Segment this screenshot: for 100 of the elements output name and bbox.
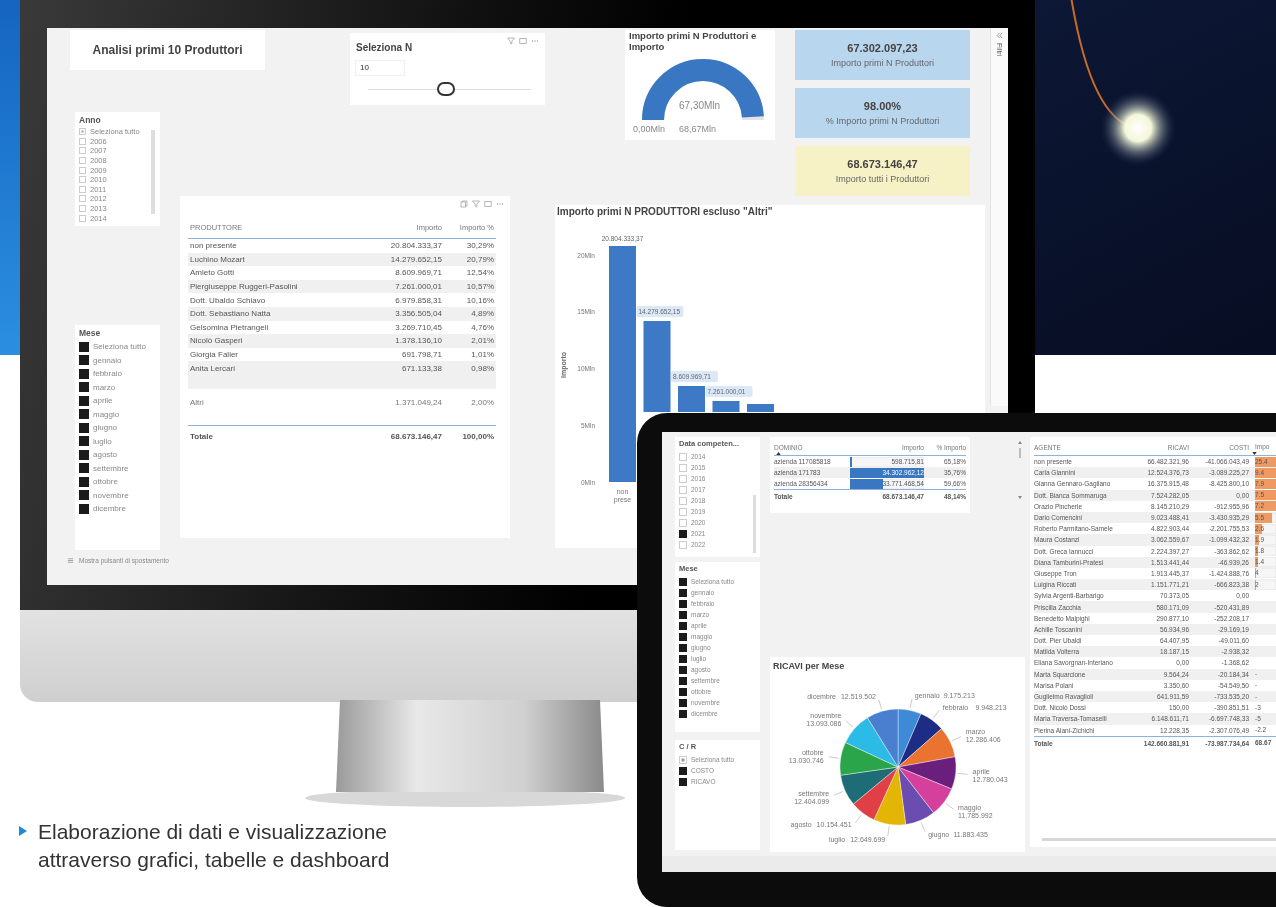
table-cell-text: Piergiuseppe Ruggeri-Pasolini (190, 282, 299, 292)
kpi-value: 98.00% (863, 100, 902, 112)
pie-slice[interactable] (897, 766, 952, 814)
total-cell-text: 100,00% (461, 432, 494, 442)
slicer-item[interactable]: febbraio (93, 369, 122, 379)
checkbox[interactable] (79, 476, 89, 487)
scrollbar[interactable] (1017, 440, 1023, 500)
table-cell-text: 4,89% (470, 309, 494, 319)
checkbox[interactable] (679, 654, 687, 663)
slicer-item[interactable]: ottobre (93, 477, 118, 487)
checkbox[interactable] (679, 529, 687, 538)
checkbox[interactable] (79, 463, 89, 474)
table-cell-text: Gelsomina Pietrangeli (190, 322, 270, 332)
leader-line (887, 826, 890, 837)
checkbox[interactable] (679, 621, 687, 630)
checkbox[interactable] (79, 503, 89, 514)
table-cell-text: Dott. Ubaldo Schiavo (190, 295, 267, 305)
checkbox[interactable] (679, 766, 687, 775)
chart-title: RICAVI per Mese (773, 661, 845, 671)
pie-slice[interactable] (897, 713, 942, 768)
gauge-title: Importo primi N Produttori e Importo (629, 30, 758, 52)
table-cell-text: 7.261.000,01 (394, 282, 442, 292)
table-cell-text: Dott. Sebastiano Natta (190, 309, 272, 319)
slicer-title: Mese (79, 328, 102, 338)
leader-line (855, 814, 862, 823)
report-title: Analisi primi 10 Produttori (70, 30, 265, 70)
kpi-label: Importo tutti i Produttori (835, 174, 930, 184)
slicer-item[interactable]: marzo (93, 382, 116, 392)
pie-slice[interactable] (873, 766, 906, 826)
checkbox[interactable] (79, 368, 89, 379)
checkbox[interactable] (79, 341, 89, 352)
table-cell-text: 2,00% (470, 398, 494, 408)
checkbox[interactable] (79, 449, 89, 460)
checkbox[interactable] (679, 643, 687, 652)
total-cell-text: Totale (190, 432, 214, 442)
leader-line (945, 803, 954, 810)
leader-line (957, 773, 968, 775)
slicer-item[interactable]: maggio (93, 409, 120, 419)
slicer-item[interactable]: luglio (93, 436, 112, 446)
checkbox[interactable] (79, 395, 89, 406)
checkbox[interactable] (679, 577, 687, 586)
slicer-item[interactable]: Seleziona tutto (93, 342, 146, 352)
checkbox[interactable] (79, 436, 89, 447)
sort-arrow-icon[interactable] (1252, 452, 1257, 455)
kpi-value: 67.302.097,23 (847, 42, 918, 54)
slicer-item[interactable]: gennaio (93, 355, 122, 365)
scrollbar[interactable] (753, 495, 756, 553)
table-cell-text: Luchino Mozart (190, 254, 246, 264)
table-cell-text: non presente (190, 241, 238, 251)
slicer-title: Seleziona N (356, 42, 413, 53)
chart-title: Importo primi N PRODUTTORI escluso "Altri" (557, 206, 773, 217)
table-cell-text: 0,98% (470, 363, 494, 373)
checkbox[interactable] (679, 665, 687, 674)
pie-slice[interactable] (897, 728, 956, 768)
checkbox[interactable] (679, 610, 687, 619)
table-cell-text: 10,57% (465, 282, 494, 292)
slicer-item[interactable]: giugno (93, 423, 118, 433)
checkbox[interactable] (679, 588, 687, 597)
checkbox[interactable] (679, 687, 687, 696)
slider-thumb[interactable] (437, 82, 456, 96)
slicer-item[interactable]: agosto (93, 450, 118, 460)
table-cell-text: 10,16% (465, 295, 494, 305)
table-cell-text: 12,54% (465, 268, 494, 278)
slicer-item[interactable]: settembre (93, 463, 129, 473)
table-cell-text: Giorgia Falier (190, 350, 239, 360)
slicer-item[interactable]: novembre (93, 490, 129, 500)
pie-slice[interactable] (853, 766, 899, 820)
checkbox[interactable] (679, 709, 687, 718)
table-cell-text: Nicolò Gasperi (190, 336, 244, 346)
table-cell-text: 6.979.858,31 (394, 295, 442, 305)
slicer-item[interactable]: aprile (93, 396, 113, 406)
checkbox[interactable] (679, 599, 687, 608)
checkbox[interactable] (79, 355, 89, 366)
checkbox[interactable] (79, 382, 89, 393)
table-cell-text: 20.804.333,37 (389, 241, 442, 251)
checkbox[interactable] (79, 409, 89, 420)
gauge-value: 67,30Mln (679, 100, 721, 111)
table-cell-text: 8.609.969,71 (394, 268, 442, 278)
table-cell-text: Amleto Gotti (190, 268, 235, 278)
pie-slice[interactable] (897, 756, 957, 790)
checkbox[interactable] (679, 676, 687, 685)
pie-slice[interactable] (839, 742, 899, 776)
checkbox[interactable] (679, 698, 687, 707)
leader-line (909, 698, 913, 709)
scrollbar[interactable] (1042, 838, 1276, 841)
table-cell-text: 691.798,71 (400, 350, 442, 360)
scrollbar[interactable] (151, 130, 155, 214)
checkbox[interactable] (679, 777, 687, 786)
table-cell-text: Altri (190, 398, 205, 408)
arrow-bullet-icon (18, 825, 28, 837)
sort-arrow-icon[interactable] (776, 452, 781, 455)
table-cell-text: 2,01% (470, 336, 494, 346)
checkbox[interactable] (679, 632, 687, 641)
pie-slice[interactable] (840, 766, 899, 805)
checkbox[interactable] (79, 422, 89, 433)
table-cell-text: 30,29% (465, 241, 494, 251)
slicer-item[interactable]: dicembre (93, 504, 126, 514)
kpi-label: % Importo primi N Produttori (825, 116, 940, 126)
checkbox[interactable] (79, 490, 89, 501)
pie-slice[interactable] (897, 766, 934, 825)
